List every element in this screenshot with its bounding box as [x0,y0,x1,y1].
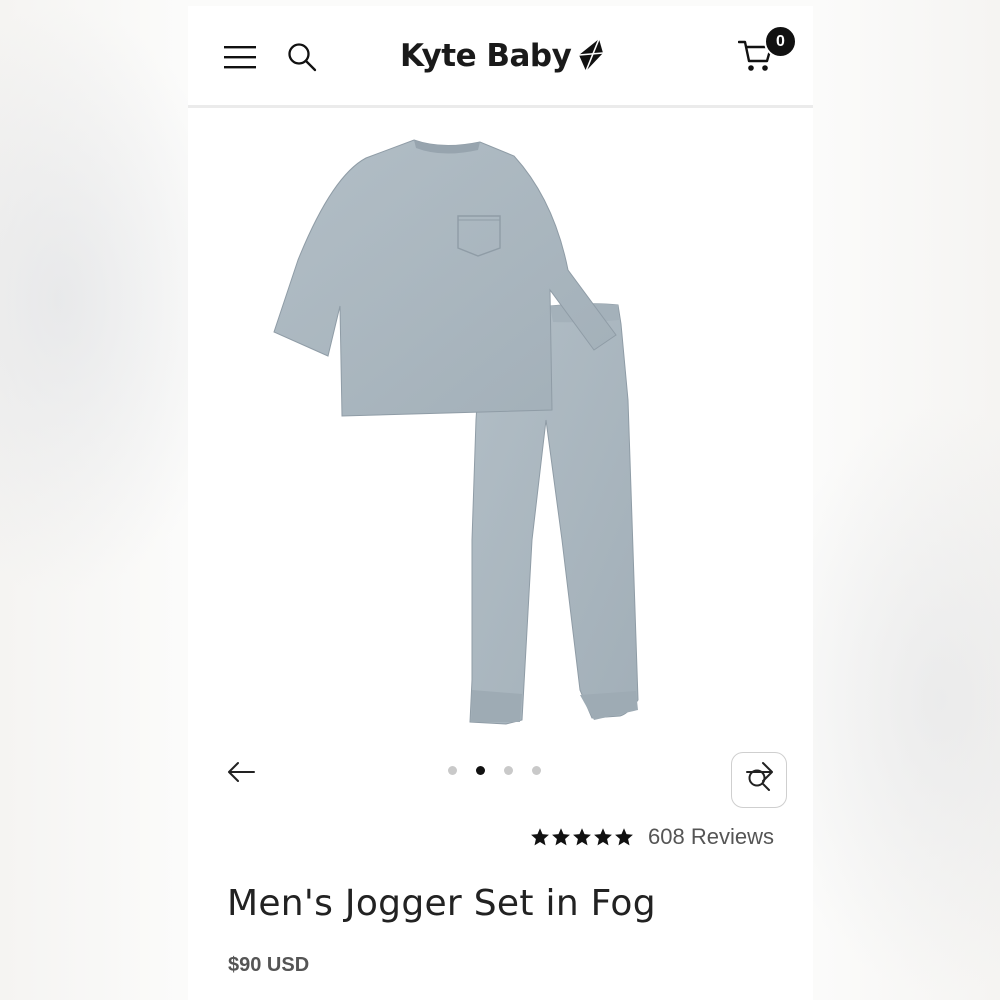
next-image-button[interactable] [744,758,776,786]
hamburger-menu-icon [224,46,256,69]
star-icon [531,828,549,846]
brand-logo[interactable]: Kyte Baby [400,36,605,76]
search-icon [288,43,317,72]
kite-logo-icon [579,38,604,72]
product-gallery [188,108,813,808]
product-title: Men's Jogger Set in Fog [227,883,656,924]
arrow-right-icon [746,762,773,782]
slide-dot-4[interactable] [532,766,541,775]
arrow-left-icon [228,762,255,782]
product-price: $90 USD [228,954,310,976]
menu-button[interactable] [222,42,258,72]
previous-image-button[interactable] [225,758,257,786]
slide-dot-2[interactable] [476,766,485,775]
search-button[interactable] [284,39,320,75]
reviews-link[interactable]: 608 Reviews [648,824,774,850]
brand-name: Kyte Baby [400,38,572,74]
slide-dot-1[interactable] [448,766,457,775]
site-header: Kyte Baby 0 [188,6,813,108]
product-image[interactable] [228,120,748,740]
star-icon [594,828,612,846]
rating-summary: 608 Reviews [530,824,774,850]
mobile-screen: Kyte Baby 0 608 Reviews Men's Jogger Set… [188,6,813,1000]
star-rating[interactable] [530,827,634,847]
star-icon [552,828,570,846]
star-icon [615,828,633,846]
cart-count-badge: 0 [764,25,797,58]
star-icon [573,828,591,846]
slide-indicator [448,766,541,775]
slide-dot-3[interactable] [504,766,513,775]
